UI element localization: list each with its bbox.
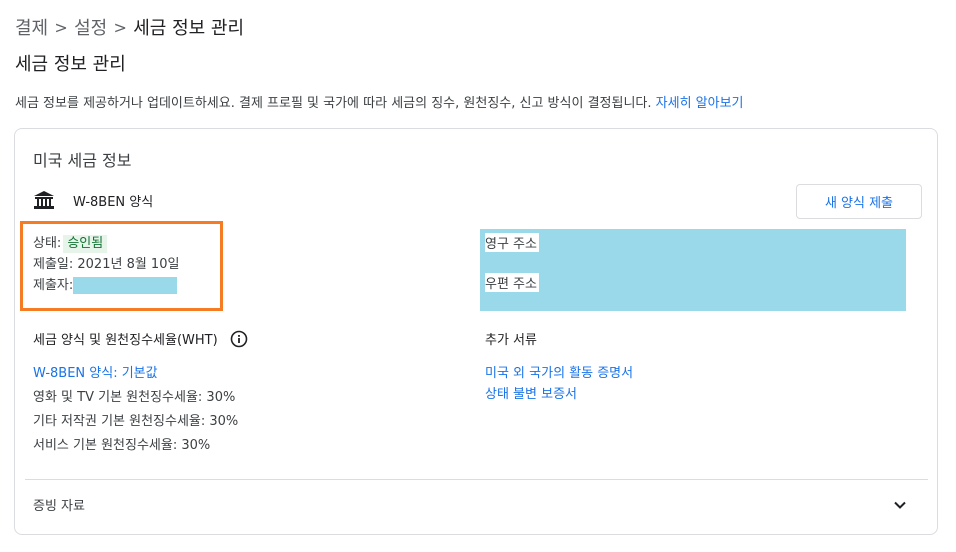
wht-list: W-8BEN 양식: 기본값 영화 및 TV 기본 원천징수세율: 30% 기타… — [33, 365, 238, 461]
submit-new-form-button[interactable]: 새 양식 제출 — [796, 184, 922, 219]
wht-rate-services: 서비스 기본 원천징수세율: 30% — [33, 438, 211, 453]
learn-more-link[interactable]: 자세히 알아보기 — [656, 96, 744, 111]
submitter-label: 제출자: — [33, 278, 74, 293]
permanent-address-label: 영구 주소 — [485, 233, 539, 252]
wht-form-default-link[interactable]: W-8BEN 양식: 기본값 — [33, 365, 238, 389]
breadcrumb-item-current: 세금 정보 관리 — [133, 18, 245, 39]
extra-doc-activity-certificate-link[interactable]: 미국 외 국가의 활동 증명서 — [485, 365, 633, 386]
wht-title-text: 세금 양식 및 원천징수세율(WHT) — [33, 333, 218, 348]
wht-section-title: 세금 양식 및 원천징수세율(WHT) — [33, 329, 248, 348]
breadcrumb-item-billing[interactable]: 결제 — [15, 14, 48, 40]
redacted-address — [480, 229, 906, 311]
breadcrumb-separator: > — [113, 17, 127, 37]
submitter-line: 제출자: — [33, 275, 179, 296]
divider — [25, 479, 928, 480]
form-name: W-8BEN 양식 — [73, 194, 154, 210]
wht-rate-other-royalties: 기타 저작권 기본 원천징수세율: 30% — [33, 414, 239, 429]
evidence-expander[interactable]: 증빙 자료 — [33, 495, 909, 514]
breadcrumb-item-settings[interactable]: 설정 — [74, 14, 107, 40]
extra-doc-status-warranty-link[interactable]: 상태 불변 보증서 — [485, 386, 633, 407]
status-label: 상태: — [33, 236, 62, 251]
page-description-text: 세금 정보를 제공하거나 업데이트하세요. 결제 프로필 및 국가에 따라 세금… — [15, 96, 652, 111]
breadcrumb: 결제 > 설정 > 세금 정보 관리 — [15, 14, 244, 40]
mailing-address-label: 우편 주소 — [485, 273, 539, 292]
breadcrumb-separator: > — [54, 17, 68, 37]
us-tax-info-card: 미국 세금 정보 W-8BEN 양식 새 양식 제출 상태: 승인됨 제출일: … — [14, 128, 938, 535]
submitted-date: 제출일: 2021년 8월 10일 — [33, 257, 180, 272]
status-details: 상태: 승인됨 제출일: 2021년 8월 10일 제출자: — [33, 233, 179, 296]
evidence-label: 증빙 자료 — [33, 499, 85, 514]
page-description: 세금 정보를 제공하거나 업데이트하세요. 결제 프로필 및 국가에 따라 세금… — [15, 92, 744, 111]
form-row: W-8BEN 양식 — [33, 190, 153, 210]
status-badge: 승인됨 — [63, 234, 108, 253]
wht-rate-film-tv: 영화 및 TV 기본 원천징수세율: 30% — [33, 390, 236, 405]
chevron-down-icon[interactable] — [891, 496, 909, 514]
redacted-submitter — [73, 277, 178, 294]
extra-docs-title: 추가 서류 — [485, 333, 537, 348]
page-title: 세금 정보 관리 — [15, 54, 126, 75]
extra-docs-list: 미국 외 국가의 활동 증명서 상태 불변 보증서 — [485, 365, 633, 407]
info-icon[interactable] — [230, 330, 248, 348]
card-title: 미국 세금 정보 — [33, 151, 132, 170]
bank-icon — [33, 190, 55, 210]
status-line: 상태: 승인됨 — [33, 233, 179, 254]
